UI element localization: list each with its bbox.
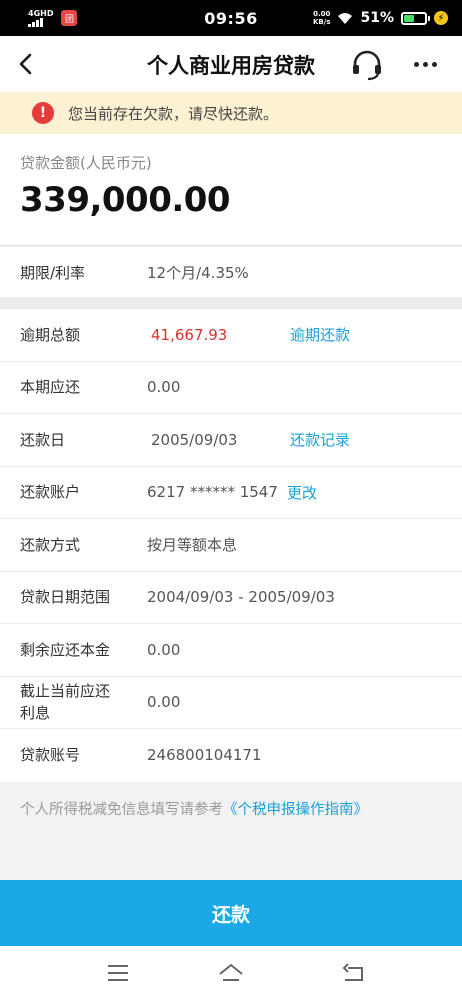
status-bar: 4GHD 团 09:56 0.00 KB/s 51% ⚡ <box>0 0 462 36</box>
repay-button[interactable]: 还款 <box>0 880 462 946</box>
loan-amount-card: 贷款金额(人民币元) 339,000.00 <box>0 134 462 246</box>
loan-amount-value: 339,000.00 <box>20 180 231 220</box>
interest-due-label: 截止当前应还利息 <box>20 682 111 723</box>
overdue-total-row: 逾期总额 41,667.93 逾期还款 <box>0 309 462 362</box>
wifi-icon <box>338 12 353 24</box>
more-dots-icon[interactable] <box>410 50 440 78</box>
loan-period-label: 贷款日期范围 <box>20 588 111 607</box>
headset-icon[interactable] <box>350 48 384 82</box>
current-due-label: 本期应还 <box>20 378 81 397</box>
repay-method-value: 按月等额本息 <box>147 536 238 555</box>
overdue-warning-banner: ! 您当前存在欠款，请尽快还款。 <box>0 92 462 134</box>
repay-date-row: 还款日 2005/09/03 还款记录 <box>0 414 462 467</box>
system-nav-bar <box>0 946 462 1000</box>
repay-account-row: 还款账户 6217 ****** 1547 更改 <box>0 467 462 519</box>
battery-icon <box>401 11 430 25</box>
repay-date-label: 还款日 <box>20 430 66 449</box>
change-account-link[interactable]: 更改 <box>287 482 317 503</box>
term-rate-label: 期限/利率 <box>20 264 86 282</box>
warning-text: 您当前存在欠款，请尽快还款。 <box>68 104 279 123</box>
home-icon[interactable] <box>217 960 245 986</box>
status-left: 4GHD 团 <box>28 8 78 27</box>
repay-account-value: 6217 ****** 1547 <box>147 483 278 502</box>
status-time: 09:56 <box>204 8 258 28</box>
loan-account-label: 贷款账号 <box>20 746 81 765</box>
network-type: 4GHD <box>28 8 54 18</box>
menu-icon[interactable] <box>104 960 132 986</box>
loan-amount-label: 贷款金额(人民币元) <box>20 154 152 172</box>
status-right: 0.00 KB/s 51% ⚡ <box>313 10 448 26</box>
charging-icon: ⚡ <box>434 11 448 25</box>
remaining-principal-value: 0.00 <box>147 640 181 659</box>
loan-period-row: 贷款日期范围 2004/09/03 - 2005/09/03 <box>0 572 462 624</box>
loan-period-value: 2004/09/03 - 2005/09/03 <box>147 588 335 607</box>
page-title: 个人商业用房贷款 <box>147 54 315 78</box>
repay-method-row: 还款方式 按月等额本息 <box>0 519 462 572</box>
network-speed: 0.00 KB/s <box>313 10 330 26</box>
interest-due-row: 截止当前应还利息 0.00 <box>0 677 462 729</box>
section-divider <box>0 297 462 309</box>
signal-icon: 4GHD <box>28 8 54 27</box>
term-rate-value: 12个月/4.35% <box>147 264 249 282</box>
repay-records-link[interactable]: 还款记录 <box>290 429 350 450</box>
tax-guide-link[interactable]: 《个税申报操作指南》 <box>223 802 368 818</box>
repay-method-label: 还款方式 <box>20 535 81 554</box>
remaining-principal-label: 剩余应还本金 <box>20 640 111 659</box>
alert-icon: ! <box>32 102 54 124</box>
loan-details-list: 逾期总额 41,667.93 逾期还款 本期应还 0.00 还款日 2005/0… <box>0 309 462 782</box>
nav-bar: 个人商业用房贷款 <box>0 36 462 92</box>
repay-date-value: 2005/09/03 <box>151 430 238 449</box>
term-rate-row: 期限/利率 12个月/4.35% <box>0 247 462 297</box>
battery-percent: 51% <box>360 10 394 26</box>
current-due-row: 本期应还 0.00 <box>0 362 462 414</box>
overdue-repay-link[interactable]: 逾期还款 <box>290 324 350 345</box>
loan-account-row: 贷款账号 246800104171 <box>0 729 462 782</box>
app-notification-icon: 团 <box>61 10 78 26</box>
speed-value: 0.00 <box>313 10 331 18</box>
overdue-total-value: 41,667.93 <box>151 325 228 344</box>
remaining-principal-row: 剩余应还本金 0.00 <box>0 624 462 677</box>
speed-unit: KB/s <box>313 18 331 26</box>
overdue-total-label: 逾期总额 <box>20 325 81 344</box>
back-nav-icon[interactable] <box>340 960 368 986</box>
current-due-value: 0.00 <box>147 378 181 397</box>
loan-account-value: 246800104171 <box>147 746 262 765</box>
tax-note-text: 个人所得税减免信息填写请参考 <box>20 802 223 818</box>
repay-account-label: 还款账户 <box>20 483 81 502</box>
tax-note: 个人所得税减免信息填写请参考《个税申报操作指南》 <box>0 784 462 880</box>
interest-due-value: 0.00 <box>147 693 181 712</box>
